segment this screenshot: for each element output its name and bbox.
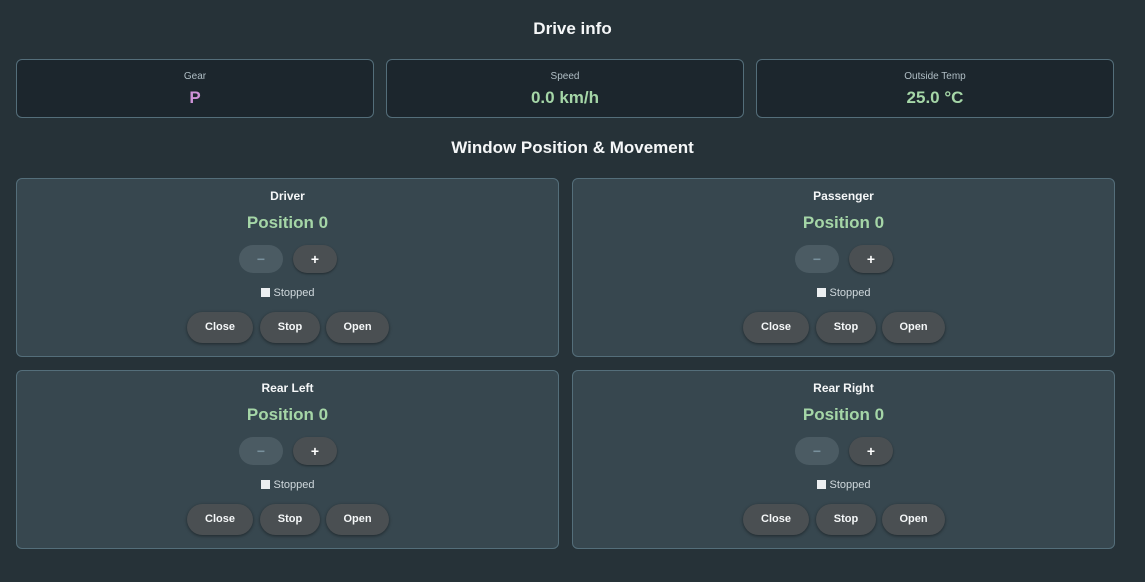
window-position: Position 0 xyxy=(802,405,885,424)
close-window-button[interactable]: Close xyxy=(187,312,253,343)
gear-label: Gear xyxy=(183,71,207,82)
movement-status: Stopped xyxy=(17,287,558,299)
movement-status: Stopped xyxy=(573,287,1114,299)
window-control-page: Drive info Gear P Speed 0.0 km/h Outside… xyxy=(0,0,1145,582)
window-card-passenger: Passenger Position 0 − + Stopped Close S… xyxy=(572,178,1115,357)
drive-info-row: Gear P Speed 0.0 km/h Outside Temp 25.0 … xyxy=(16,59,1114,118)
movement-status-label: Stopped xyxy=(829,287,871,299)
window-name: Driver xyxy=(270,189,305,203)
close-window-button[interactable]: Close xyxy=(743,312,809,343)
outside-temp-card: Outside Temp 25.0 °C xyxy=(756,59,1114,118)
open-window-button[interactable]: Open xyxy=(882,504,945,535)
stop-window-button[interactable]: Stop xyxy=(260,504,320,535)
window-position: Position 0 xyxy=(246,405,329,424)
stopped-square-icon xyxy=(816,288,826,297)
stop-window-button[interactable]: Stop xyxy=(260,312,320,343)
position-decrease-button[interactable]: − xyxy=(239,245,283,273)
gear-card: Gear P xyxy=(16,59,374,118)
position-increase-button[interactable]: + xyxy=(293,437,337,465)
stopped-square-icon xyxy=(260,480,270,489)
gear-value: P xyxy=(189,88,201,107)
window-card-rear-right: Rear Right Position 0 − + Stopped Close … xyxy=(572,370,1115,549)
speed-value: 0.0 km/h xyxy=(530,88,600,107)
window-name: Rear Left xyxy=(261,381,314,395)
position-increase-button[interactable]: + xyxy=(849,437,893,465)
position-increase-button[interactable]: + xyxy=(849,245,893,273)
stopped-square-icon xyxy=(260,288,270,297)
movement-status: Stopped xyxy=(573,479,1114,491)
stop-window-button[interactable]: Stop xyxy=(816,312,876,343)
open-window-button[interactable]: Open xyxy=(326,504,389,535)
drive-info-title: Drive info xyxy=(533,19,612,38)
window-section-title: Window Position & Movement xyxy=(451,138,694,157)
movement-status-label: Stopped xyxy=(273,479,315,491)
movement-status-label: Stopped xyxy=(829,479,871,491)
close-window-button[interactable]: Close xyxy=(187,504,253,535)
outside-temp-label: Outside Temp xyxy=(904,71,966,82)
stop-window-button[interactable]: Stop xyxy=(816,504,876,535)
movement-status-label: Stopped xyxy=(273,287,315,299)
stopped-square-icon xyxy=(816,480,826,489)
position-increase-button[interactable]: + xyxy=(293,245,337,273)
open-window-button[interactable]: Open xyxy=(326,312,389,343)
position-decrease-button[interactable]: − xyxy=(795,245,839,273)
window-position: Position 0 xyxy=(802,213,885,232)
movement-status: Stopped xyxy=(17,479,558,491)
position-decrease-button[interactable]: − xyxy=(795,437,839,465)
speed-card: Speed 0.0 km/h xyxy=(386,59,744,118)
close-window-button[interactable]: Close xyxy=(743,504,809,535)
window-card-rear-left: Rear Left Position 0 − + Stopped Close S… xyxy=(16,370,559,549)
window-name: Rear Right xyxy=(813,381,874,395)
outside-temp-value: 25.0 °C xyxy=(906,88,964,107)
window-name: Passenger xyxy=(813,189,874,203)
window-position: Position 0 xyxy=(246,213,329,232)
window-card-driver: Driver Position 0 − + Stopped Close Stop… xyxy=(16,178,559,357)
open-window-button[interactable]: Open xyxy=(882,312,945,343)
speed-label: Speed xyxy=(550,71,580,82)
position-decrease-button[interactable]: − xyxy=(239,437,283,465)
